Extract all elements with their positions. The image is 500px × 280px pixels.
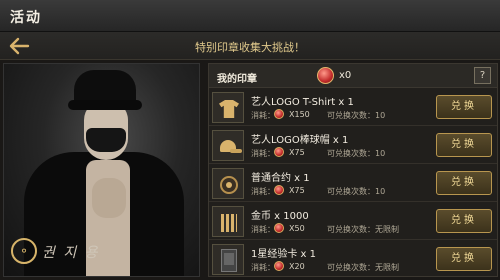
exchange-button[interactable]: 兑换 [436,247,492,271]
stamp-icon [274,147,284,157]
contract-icon [220,176,238,194]
item-name: 艺人LOGO棒球帽 x 1 [251,135,349,146]
exchange-button[interactable]: 兑换 [436,209,492,233]
item-name: 艺人LOGO T-Shirt x 1 [251,97,354,108]
item-thumbnail [212,92,244,123]
cost-label: 消耗： [251,149,275,158]
item-limit: 可兑换次数：10 [327,149,386,158]
item-thumbnail [212,168,244,199]
tshirt-icon [219,100,239,118]
exchange-item: 艺人LOGO棒球帽 x 1 消耗： X75 可兑换次数：10 兑换 [209,127,497,164]
exchange-item: 1星经验卡 x 1 消耗： X20 可兑换次数：无限制 兑换 [209,241,497,278]
top-bar: 活动 [0,0,500,32]
exchange-button[interactable]: 兑换 [436,171,492,195]
item-limit: 可兑换次数：无限制 [327,225,399,234]
page-title: 活动 [10,10,42,26]
item-cost: X150 [289,110,310,119]
exchange-item: 金币 x 1000 消耗： X50 可兑换次数：无限制 兑换 [209,203,497,240]
stamp-icon [274,261,284,271]
artist-signature: 권 지 용 [42,245,100,261]
stamp-icon [317,67,334,84]
exchange-button[interactable]: 兑换 [436,95,492,119]
item-thumbnail [212,206,244,237]
cap-icon [218,140,242,154]
exchange-item: 艺人LOGO T-Shirt x 1 消耗： X150 可兑换次数：10 兑换 [209,89,497,126]
item-limit: 可兑换次数：10 [327,111,386,120]
event-title: 特别印章收集大挑战！ [195,41,305,54]
gold-icon [221,214,237,232]
item-thumbnail [212,130,244,161]
exchange-item: 普通合约 x 1 消耗： X75 可兑换次数：10 兑换 [209,165,497,202]
help-button[interactable]: ? [474,67,491,84]
item-cost: X50 [289,224,305,233]
item-cost: X75 [289,186,305,195]
item-thumbnail [212,244,244,275]
item-name: 1星经验卡 x 1 [251,249,316,260]
cost-label: 消耗： [251,225,275,234]
item-cost: X20 [289,262,305,271]
my-stamps-label: 我的印章 [217,74,257,85]
cost-label: 消耗： [251,111,275,120]
stamp-icon [274,223,284,233]
stamp-icon [274,185,284,195]
cost-label: 消耗： [251,263,275,272]
stamp-count: x0 [339,70,352,81]
artist-image: ⚬ 권 지 용 [3,63,200,277]
item-name: 普通合约 x 1 [251,173,310,184]
item-cost: X75 [289,148,305,157]
artist-logo-icon: ⚬ [11,238,37,264]
exp-card-icon [221,249,237,272]
item-limit: 可兑换次数：10 [327,187,386,196]
exchange-button[interactable]: 兑换 [436,133,492,157]
stamp-exchange-panel: 我的印章 x0 ? 艺人LOGO T-Shirt x 1 消耗： X150 可兑… [208,63,498,277]
cost-label: 消耗： [251,187,275,196]
sub-header: 特别印章收集大挑战！ [0,32,500,60]
panel-header: 我的印章 x0 ? [209,64,497,88]
item-limit: 可兑换次数：无限制 [327,263,399,272]
stamp-icon [274,109,284,119]
item-name: 金币 x 1000 [251,211,309,222]
